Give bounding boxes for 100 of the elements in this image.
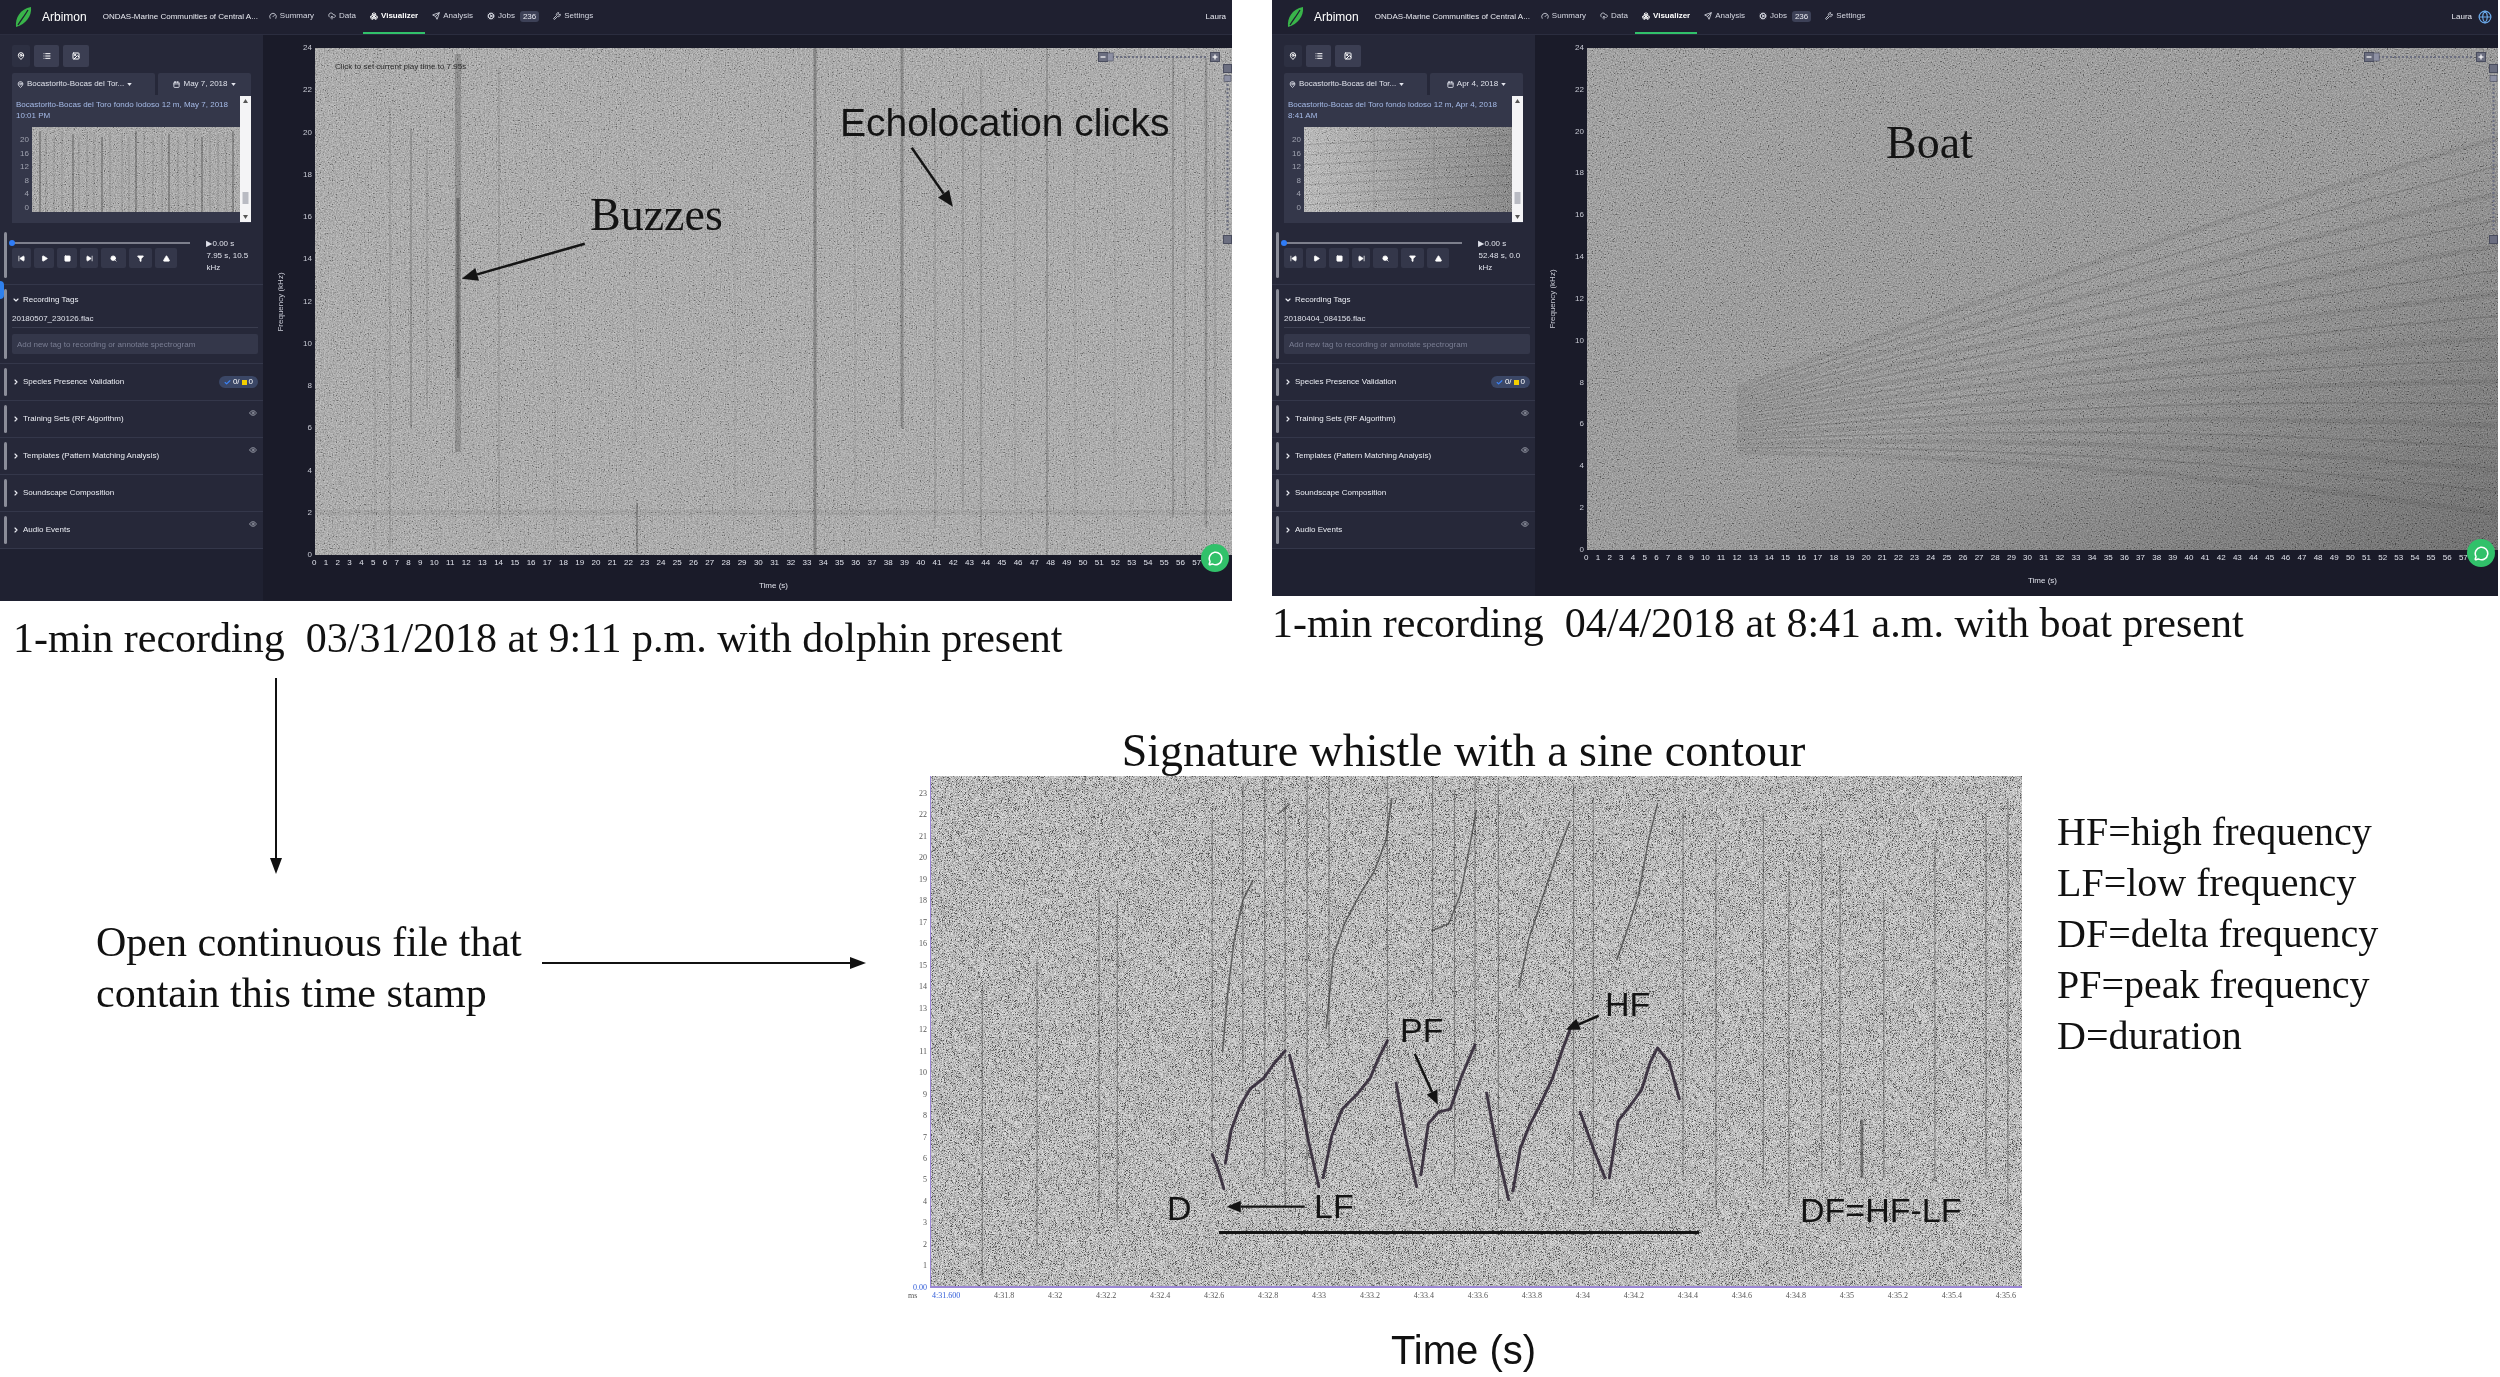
- axis-label: Time (s): [2028, 576, 2057, 586]
- eye-icon[interactable]: [249, 446, 257, 454]
- site-dropdown[interactable]: Bocastorito-Bocas del Tor...: [1284, 73, 1427, 95]
- list-view-button[interactable]: [1306, 45, 1331, 67]
- cloud-upload-icon: [328, 12, 337, 20]
- section-header[interactable]: Audio Events: [1284, 524, 1343, 536]
- section-header[interactable]: Recording Tags: [12, 294, 79, 306]
- skip-back-button[interactable]: [1284, 248, 1303, 268]
- nav-tab[interactable]: Summary: [261, 0, 322, 34]
- axis-tick-label: 4: [307, 465, 312, 476]
- axis-tick-label: 41: [2200, 553, 2210, 563]
- nav-tab[interactable]: Visualizer: [1635, 0, 1698, 34]
- chat-button[interactable]: [1201, 544, 1229, 572]
- vertical-zoom-slider[interactable]: [1223, 64, 1232, 244]
- stop-button[interactable]: [57, 248, 77, 268]
- recording-card[interactable]: Bocastorito-Bocas del Toro fondo lodoso 12 m, May 7, 2018 10:01 PM 20 16 12 8 4 0: [12, 95, 251, 223]
- nav-tab[interactable]: Data: [1593, 0, 1635, 34]
- axis-tick-label: 12: [461, 558, 471, 568]
- tag-input[interactable]: Add new tag to recording or annotate spectrogram: [12, 334, 258, 354]
- leaf-logo[interactable]: [14, 6, 34, 28]
- skip-back-button[interactable]: [12, 248, 31, 268]
- zoom-button[interactable]: [1373, 248, 1398, 268]
- section-header[interactable]: Soundscape Composition: [1284, 487, 1387, 499]
- nav-tab[interactable]: Analysis: [1697, 0, 1752, 34]
- user-name[interactable]: Laura: [2451, 11, 2472, 23]
- section-header[interactable]: Templates (Pattern Matching Analysis): [1284, 450, 1432, 462]
- axis-tick-label: 4: [1296, 189, 1301, 199]
- axis-tick-label: 22: [1575, 84, 1584, 95]
- filter-button[interactable]: [1401, 248, 1424, 268]
- eye-icon[interactable]: [1521, 520, 1529, 528]
- section-header[interactable]: Audio Events: [12, 524, 71, 536]
- filter-button[interactable]: [129, 248, 152, 268]
- annotation-label: PF: [1400, 1012, 1444, 1048]
- section-header[interactable]: Species Presence Validation: [12, 376, 125, 388]
- axis-tick-label: 6: [1579, 419, 1584, 430]
- eye-icon[interactable]: [249, 520, 257, 528]
- nav-tab[interactable]: Summary: [1533, 0, 1594, 34]
- date-dropdown[interactable]: May 7, 2018: [158, 73, 251, 95]
- section-header[interactable]: Soundscape Composition: [12, 487, 115, 499]
- skip-forward-button[interactable]: [1352, 248, 1370, 268]
- wrench-icon: [553, 12, 562, 20]
- triangle-tool-button[interactable]: [155, 248, 177, 268]
- project-name[interactable]: ONDAS-Marine Communities of Central A...: [1374, 11, 1530, 23]
- axis-tick-label: 45: [997, 558, 1007, 568]
- brand-name[interactable]: Arbimon: [42, 8, 87, 26]
- section-header[interactable]: Species Presence Validation: [1284, 376, 1397, 388]
- leaf-logo[interactable]: [1286, 6, 1306, 28]
- eye-icon[interactable]: [249, 409, 257, 417]
- nav-tab[interactable]: Jobs 236: [1752, 0, 1819, 34]
- annotation-label: Boat: [1886, 118, 1973, 168]
- globe-icon[interactable]: [2478, 10, 2492, 24]
- eye-icon[interactable]: [1521, 409, 1529, 417]
- validation-badge[interactable]: 0/ 0: [218, 376, 258, 388]
- slider-thumb[interactable]: [2372, 52, 2380, 62]
- nav-tab[interactable]: Settings: [546, 0, 601, 34]
- slider-thumb[interactable]: [2489, 75, 2498, 82]
- axis-tick-label: 53: [1127, 558, 1137, 568]
- section-header[interactable]: Training Sets (RF Algorithm): [12, 413, 124, 425]
- slider-thumb[interactable]: [1223, 75, 1232, 82]
- section-header[interactable]: Training Sets (RF Algorithm): [1284, 413, 1396, 425]
- nav-tab[interactable]: Settings: [1818, 0, 1873, 34]
- list-view-button[interactable]: [34, 45, 59, 67]
- axis-tick-label: 18: [559, 558, 568, 568]
- play-button[interactable]: [34, 248, 54, 268]
- tag-input[interactable]: Add new tag to recording or annotate spectrogram: [1284, 334, 1530, 354]
- vertical-zoom-slider[interactable]: [2489, 64, 2498, 244]
- section-header[interactable]: Templates (Pattern Matching Analysis): [12, 450, 160, 462]
- skip-forward-button[interactable]: [80, 248, 98, 268]
- date-dropdown[interactable]: Apr 4, 2018: [1430, 73, 1523, 95]
- axis-tick-label: 2: [923, 1239, 927, 1250]
- zoom-slider[interactable]: [2364, 52, 2486, 62]
- triangle-tool-button[interactable]: [1427, 248, 1449, 268]
- zoom-button[interactable]: [101, 248, 126, 268]
- nav-tab[interactable]: Visualizer: [363, 0, 426, 34]
- image-view-button[interactable]: [63, 45, 89, 67]
- slider-thumb[interactable]: [1281, 240, 1287, 246]
- project-name[interactable]: ONDAS-Marine Communities of Central A...: [102, 11, 258, 23]
- section-header[interactable]: Recording Tags: [1284, 294, 1351, 306]
- slider-thumb[interactable]: [9, 240, 15, 246]
- play-button[interactable]: [1306, 248, 1326, 268]
- nav-tab[interactable]: Jobs 236: [480, 0, 547, 34]
- image-view-button[interactable]: [1335, 45, 1361, 67]
- stop-button[interactable]: [1329, 248, 1349, 268]
- slider-thumb[interactable]: [1106, 52, 1114, 62]
- side-tab-icon[interactable]: [0, 281, 4, 299]
- zoom-slider[interactable]: [1098, 52, 1220, 62]
- site-dropdown[interactable]: Bocastorito-Bocas del Tor...: [12, 73, 155, 95]
- map-view-button[interactable]: [12, 45, 30, 67]
- brand-name[interactable]: Arbimon: [1314, 8, 1359, 26]
- eye-icon[interactable]: [1521, 446, 1529, 454]
- validation-badge[interactable]: 0/ 0: [1490, 376, 1530, 388]
- axis-tick-label: 8: [1677, 553, 1682, 563]
- user-name[interactable]: Laura: [1205, 11, 1226, 23]
- scrollbar[interactable]: [1512, 96, 1523, 222]
- nav-tab[interactable]: Analysis: [425, 0, 480, 34]
- nav-tab[interactable]: Data: [321, 0, 363, 34]
- chat-button[interactable]: [2467, 539, 2495, 567]
- map-view-button[interactable]: [1284, 45, 1302, 67]
- axis-tick-label: 10: [429, 558, 439, 568]
- scrollbar[interactable]: [240, 96, 251, 222]
